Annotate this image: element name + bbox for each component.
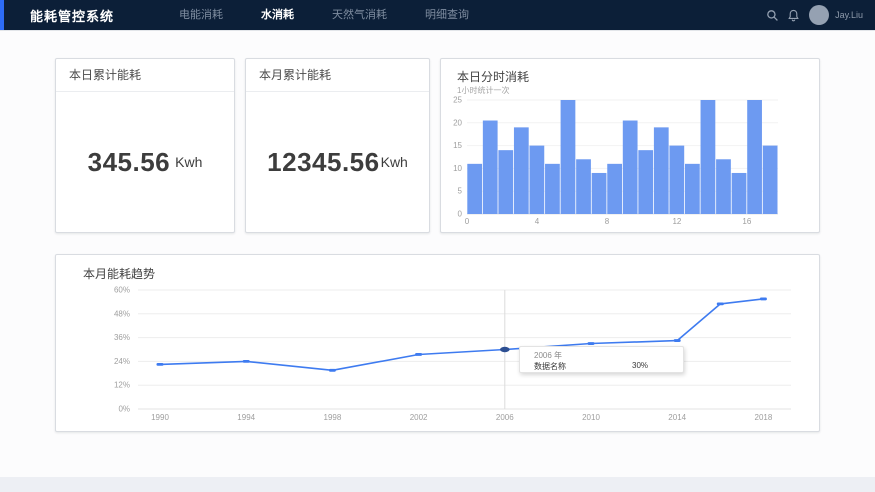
bar[interactable] [514,127,529,214]
bar[interactable] [467,164,482,214]
data-point[interactable] [717,302,724,305]
daily-total-value: 345.56 [88,147,171,178]
y-axis-label: 25 [453,96,462,105]
data-point[interactable] [674,339,681,342]
card-monthly-total-title: 本月累计能耗 [246,59,429,92]
bar[interactable] [732,173,747,214]
card-daily-total-body: 345.56 Kwh [56,92,234,232]
bar[interactable] [498,150,513,214]
tooltip-year-label: 2006 年 [534,350,562,361]
monthly-total-unit: Kwh [381,154,408,170]
bar[interactable] [716,159,731,214]
bar[interactable] [545,164,560,214]
nav-item-1[interactable]: 电能消耗 [160,0,242,30]
x-axis-label: 16 [742,217,751,226]
navbar-accent-bar [0,0,4,30]
nav-item-2[interactable]: 水消耗 [242,0,313,30]
data-point[interactable] [760,298,767,301]
x-axis-label: 1994 [237,413,255,422]
hourly-bar-chart: 0 5 10 15 20 25 0 4 8 12 16 [441,59,819,232]
y-axis-label: 36% [114,333,130,342]
bar[interactable] [530,146,545,214]
data-point[interactable] [415,353,422,356]
data-point-hovered[interactable] [500,347,510,352]
x-axis-label: 2014 [668,413,686,422]
navbar: 能耗管控系统 电能消耗水消耗天然气消耗明细查询 Jay.Liu [0,0,875,30]
bar[interactable] [638,150,653,214]
tooltip-value-label: 30% [632,361,648,370]
data-point[interactable] [588,342,595,345]
bar[interactable] [685,164,700,214]
search-icon[interactable] [765,8,779,22]
x-axis-label: 1998 [324,413,342,422]
x-axis-label: 0 [465,217,470,226]
navbar-menu: 电能消耗水消耗天然气消耗明细查询 [160,0,488,30]
card-monthly-total: 本月累计能耗 12345.56 Kwh [245,58,430,233]
y-axis-label: 0 [458,210,463,219]
x-axis-label: 2018 [755,413,773,422]
x-axis-label: 2010 [582,413,600,422]
bar[interactable] [592,173,607,214]
username-label: Jay.Liu [835,10,863,20]
y-axis-label: 5 [458,187,463,196]
bar[interactable] [561,100,576,214]
x-axis-label: 2006 [496,413,514,422]
monthly-total-value: 12345.56 [267,147,379,178]
nav-item-4[interactable]: 明细查询 [406,0,488,30]
x-axis-label: 1990 [151,413,169,422]
chart-tooltip: 2006 年 数据名称 30% [519,346,684,373]
card-hourly-consumption: 本日分时消耗 1小时统计一次 05101520250481216 [440,58,820,233]
y-axis-label: 48% [114,309,130,318]
card-monthly-trend: 本月能耗趋势 0%12%24%36%48%60%1990199419982002… [55,254,820,432]
app-title: 能耗管控系统 [30,6,114,25]
y-axis-label: 60% [114,286,130,295]
x-axis-label: 12 [672,217,681,226]
main-content: 本日累计能耗 345.56 Kwh 本月累计能耗 12345.56 Kwh 本日… [0,30,875,477]
bar[interactable] [747,100,762,214]
bar[interactable] [576,159,591,214]
y-axis-label: 10 [453,164,462,173]
card-daily-total: 本日累计能耗 345.56 Kwh [55,58,235,233]
y-axis-label: 0% [118,405,130,414]
y-axis-label: 12% [114,381,130,390]
bar[interactable] [763,146,778,214]
bar[interactable] [701,100,716,214]
bar[interactable] [654,127,669,214]
navbar-right: Jay.Liu [758,5,863,25]
data-point[interactable] [329,369,336,372]
x-axis-label: 2002 [410,413,428,422]
user-avatar[interactable] [809,5,829,25]
trend-line-chart: 0% 12% 24% 36% 48% 60% 1990 1994 1998 2002 2006 201… [56,255,819,431]
daily-total-unit: Kwh [175,154,202,170]
y-axis-label: 15 [453,141,462,150]
card-daily-total-title: 本日累计能耗 [56,59,234,92]
nav-item-3[interactable]: 天然气消耗 [313,0,406,30]
x-axis-label: 8 [605,217,610,226]
data-point[interactable] [243,360,250,363]
bar[interactable] [669,146,684,214]
data-point[interactable] [157,363,164,366]
bar[interactable] [483,121,498,214]
card-monthly-total-body: 12345.56 Kwh [246,92,429,232]
bar[interactable] [607,164,622,214]
bell-icon[interactable] [786,8,800,22]
y-axis-label: 24% [114,357,130,366]
y-axis-label: 20 [453,118,462,127]
tooltip-series-label: 数据名称 [534,361,566,372]
bar[interactable] [623,121,638,214]
x-axis-label: 4 [535,217,540,226]
